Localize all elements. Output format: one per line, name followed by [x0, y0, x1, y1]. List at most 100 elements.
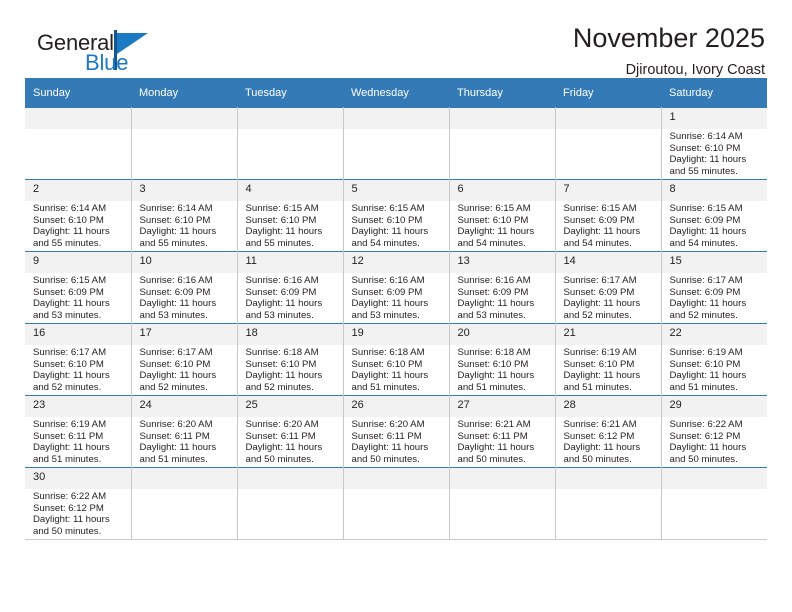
calendar-day-cell[interactable]: 27 Sunrise: 6:21 AM Sunset: 6:11 PM Dayligh…	[449, 395, 556, 468]
day-number	[343, 108, 449, 129]
calendar-day-cell[interactable]: 6 Sunrise: 6:15 AM Sunset: 6:10 PM Daylight…	[449, 179, 556, 252]
calendar-day-cell[interactable]: 21 Sunrise: 6:19 AM Sunset: 6:10 PM Dayligh…	[555, 323, 662, 396]
day-cell-inner: 22 Sunrise: 6:19 AM Sunset: 6:10 PM Dayligh…	[661, 324, 767, 395]
brand-logo[interactable]: General Blue	[25, 24, 205, 76]
calendar-day-cell[interactable]: 15 Sunrise: 6:17 AM Sunset: 6:09 PM Dayligh…	[661, 251, 767, 324]
calendar-day-cell[interactable]: 19 Sunrise: 6:18 AM Sunset: 6:10 PM Dayligh…	[343, 323, 450, 396]
daylight-text-cont: and 51 minutes.	[563, 381, 632, 393]
day-number: 18	[237, 324, 343, 345]
calendar-day-cell[interactable]: 20 Sunrise: 6:18 AM Sunset: 6:10 PM Dayligh…	[449, 323, 556, 396]
sunrise-text: Sunrise: 6:15 AM	[351, 203, 425, 214]
day-number: 17	[131, 324, 237, 345]
sunrise-text: Sunrise: 6:15 AM	[669, 203, 743, 214]
calendar-day-cell[interactable]: 18 Sunrise: 6:18 AM Sunset: 6:10 PM Dayligh…	[237, 323, 344, 396]
calendar-day-cell[interactable]: 9 Sunrise: 6:15 AM Sunset: 6:09 PM Daylight…	[25, 251, 132, 324]
daylight-text: Daylight: 11 hours	[457, 298, 535, 310]
sunset-text: Sunset: 6:10 PM	[33, 214, 104, 226]
day-number: 6	[449, 180, 555, 201]
sunrise-text: Sunrise: 6:21 AM	[563, 419, 637, 430]
calendar-day-cell-empty	[131, 107, 238, 180]
sunset-text: Sunset: 6:12 PM	[33, 502, 104, 514]
sunrise-text: Sunrise: 6:22 AM	[33, 491, 107, 502]
calendar-day-cell[interactable]: 26 Sunrise: 6:20 AM Sunset: 6:11 PM Dayligh…	[343, 395, 450, 468]
daylight-text: Daylight: 11 hours	[669, 298, 747, 310]
day-number: 13	[449, 252, 555, 273]
calendar-day-cell[interactable]: 1 Sunrise: 6:14 AM Sunset: 6:10 PM Daylight…	[661, 107, 767, 180]
day-number	[131, 468, 237, 489]
day-details: Sunrise: 6:17 AM Sunset: 6:10 PM Daylight:…	[132, 345, 237, 393]
day-cell-inner: 25 Sunrise: 6:20 AM Sunset: 6:11 PM Dayligh…	[237, 396, 343, 467]
calendar-day-cell[interactable]: 14 Sunrise: 6:17 AM Sunset: 6:09 PM Dayligh…	[555, 251, 662, 324]
daylight-text: Daylight: 11 hours	[33, 370, 110, 382]
daylight-text-cont: and 55 minutes.	[669, 165, 738, 177]
calendar-day-cell[interactable]: 28 Sunrise: 6:21 AM Sunset: 6:12 PM Dayligh…	[555, 395, 662, 468]
calendar-day-cell[interactable]: 7 Sunrise: 6:15 AM Sunset: 6:09 PM Daylight…	[555, 179, 662, 252]
daylight-text-cont: and 52 minutes.	[245, 381, 314, 393]
calendar-week-row: 9 Sunrise: 6:15 AM Sunset: 6:09 PM Daylight…	[25, 251, 767, 324]
sunrise-text: Sunrise: 6:16 AM	[457, 275, 531, 286]
day-number	[555, 468, 661, 489]
sunset-text: Sunset: 6:10 PM	[351, 214, 423, 226]
day-number: 30	[25, 468, 131, 489]
calendar-day-cell[interactable]: 25 Sunrise: 6:20 AM Sunset: 6:11 PM Dayligh…	[237, 395, 344, 468]
daylight-text: Daylight: 11 hours	[33, 514, 110, 526]
weekday-header-friday: Friday	[555, 78, 661, 108]
calendar-day-cell[interactable]: 16 Sunrise: 6:17 AM Sunset: 6:10 PM Dayligh…	[25, 323, 132, 396]
daylight-text-cont: and 53 minutes.	[33, 309, 102, 321]
calendar-day-cell[interactable]: 29 Sunrise: 6:22 AM Sunset: 6:12 PM Dayligh…	[661, 395, 767, 468]
daylight-text-cont: and 52 minutes.	[669, 309, 738, 321]
calendar-day-cell[interactable]: 2 Sunrise: 6:14 AM Sunset: 6:10 PM Daylight…	[25, 179, 132, 252]
day-number: 27	[449, 396, 555, 417]
day-cell-inner: 28 Sunrise: 6:21 AM Sunset: 6:12 PM Dayligh…	[555, 396, 661, 467]
daylight-text: Daylight: 11 hours	[669, 154, 747, 166]
day-number: 4	[237, 180, 343, 201]
day-cell-inner: 13 Sunrise: 6:16 AM Sunset: 6:09 PM Dayligh…	[449, 252, 555, 323]
calendar-week-row: 23 Sunrise: 6:19 AM Sunset: 6:11 PM Dayligh…	[25, 395, 767, 468]
daylight-text: Daylight: 11 hours	[139, 226, 217, 238]
calendar-day-cell[interactable]: 30 Sunrise: 6:22 AM Sunset: 6:12 PM Dayligh…	[25, 467, 132, 540]
day-cell-inner: 2 Sunrise: 6:14 AM Sunset: 6:10 PM Daylight…	[25, 180, 131, 251]
daylight-text: Daylight: 11 hours	[245, 442, 323, 454]
day-number: 8	[661, 180, 767, 201]
day-cell-inner: 11 Sunrise: 6:16 AM Sunset: 6:09 PM Dayligh…	[237, 252, 343, 323]
sunset-text: Sunset: 6:09 PM	[669, 286, 741, 298]
daylight-text-cont: and 50 minutes.	[245, 453, 314, 465]
calendar-day-cell[interactable]: 11 Sunrise: 6:16 AM Sunset: 6:09 PM Dayligh…	[237, 251, 344, 324]
daylight-text: Daylight: 11 hours	[245, 226, 323, 238]
day-number: 21	[555, 324, 661, 345]
daylight-text: Daylight: 11 hours	[457, 442, 535, 454]
daylight-text-cont: and 51 minutes.	[457, 381, 526, 393]
daylight-text: Daylight: 11 hours	[351, 298, 429, 310]
daylight-text: Daylight: 11 hours	[33, 298, 110, 310]
calendar-day-cell-empty	[449, 467, 556, 540]
sunrise-text: Sunrise: 6:22 AM	[669, 419, 743, 430]
day-cell-inner: 29 Sunrise: 6:22 AM Sunset: 6:12 PM Dayligh…	[661, 396, 767, 467]
daylight-text-cont: and 53 minutes.	[245, 309, 314, 321]
calendar-day-cell[interactable]: 24 Sunrise: 6:20 AM Sunset: 6:11 PM Dayligh…	[131, 395, 238, 468]
sunrise-text: Sunrise: 6:17 AM	[33, 347, 107, 358]
day-details: Sunrise: 6:16 AM Sunset: 6:09 PM Daylight:…	[132, 273, 237, 321]
day-number: 15	[661, 252, 767, 273]
day-details: Sunrise: 6:15 AM Sunset: 6:10 PM Daylight:…	[450, 201, 555, 249]
calendar-day-cell[interactable]: 8 Sunrise: 6:15 AM Sunset: 6:09 PM Daylight…	[661, 179, 767, 252]
calendar-day-cell[interactable]: 13 Sunrise: 6:16 AM Sunset: 6:09 PM Dayligh…	[449, 251, 556, 324]
sunset-text: Sunset: 6:10 PM	[245, 358, 317, 370]
calendar-day-cell[interactable]: 5 Sunrise: 6:15 AM Sunset: 6:10 PM Daylight…	[343, 179, 450, 252]
daylight-text: Daylight: 11 hours	[563, 298, 641, 310]
sunset-text: Sunset: 6:10 PM	[563, 358, 635, 370]
sunset-text: Sunset: 6:11 PM	[457, 430, 528, 442]
day-details: Sunrise: 6:20 AM Sunset: 6:11 PM Daylight:…	[132, 417, 237, 465]
calendar-day-cell-empty	[131, 467, 238, 540]
calendar-day-cell[interactable]: 12 Sunrise: 6:16 AM Sunset: 6:09 PM Dayligh…	[343, 251, 450, 324]
calendar-day-cell[interactable]: 22 Sunrise: 6:19 AM Sunset: 6:10 PM Dayligh…	[661, 323, 767, 396]
calendar-day-cell[interactable]: 17 Sunrise: 6:17 AM Sunset: 6:10 PM Dayligh…	[131, 323, 238, 396]
daylight-text: Daylight: 11 hours	[669, 226, 747, 238]
day-details: Sunrise: 6:17 AM Sunset: 6:09 PM Daylight:…	[556, 273, 661, 321]
calendar-day-cell[interactable]: 3 Sunrise: 6:14 AM Sunset: 6:10 PM Daylight…	[131, 179, 238, 252]
calendar-day-cell[interactable]: 4 Sunrise: 6:15 AM Sunset: 6:10 PM Daylight…	[237, 179, 344, 252]
calendar-day-cell[interactable]: 10 Sunrise: 6:16 AM Sunset: 6:09 PM Dayligh…	[131, 251, 238, 324]
sunrise-text: Sunrise: 6:17 AM	[669, 275, 743, 286]
daylight-text-cont: and 54 minutes.	[669, 237, 738, 249]
calendar-day-cell[interactable]: 23 Sunrise: 6:19 AM Sunset: 6:11 PM Dayligh…	[25, 395, 132, 468]
day-number: 16	[25, 324, 131, 345]
